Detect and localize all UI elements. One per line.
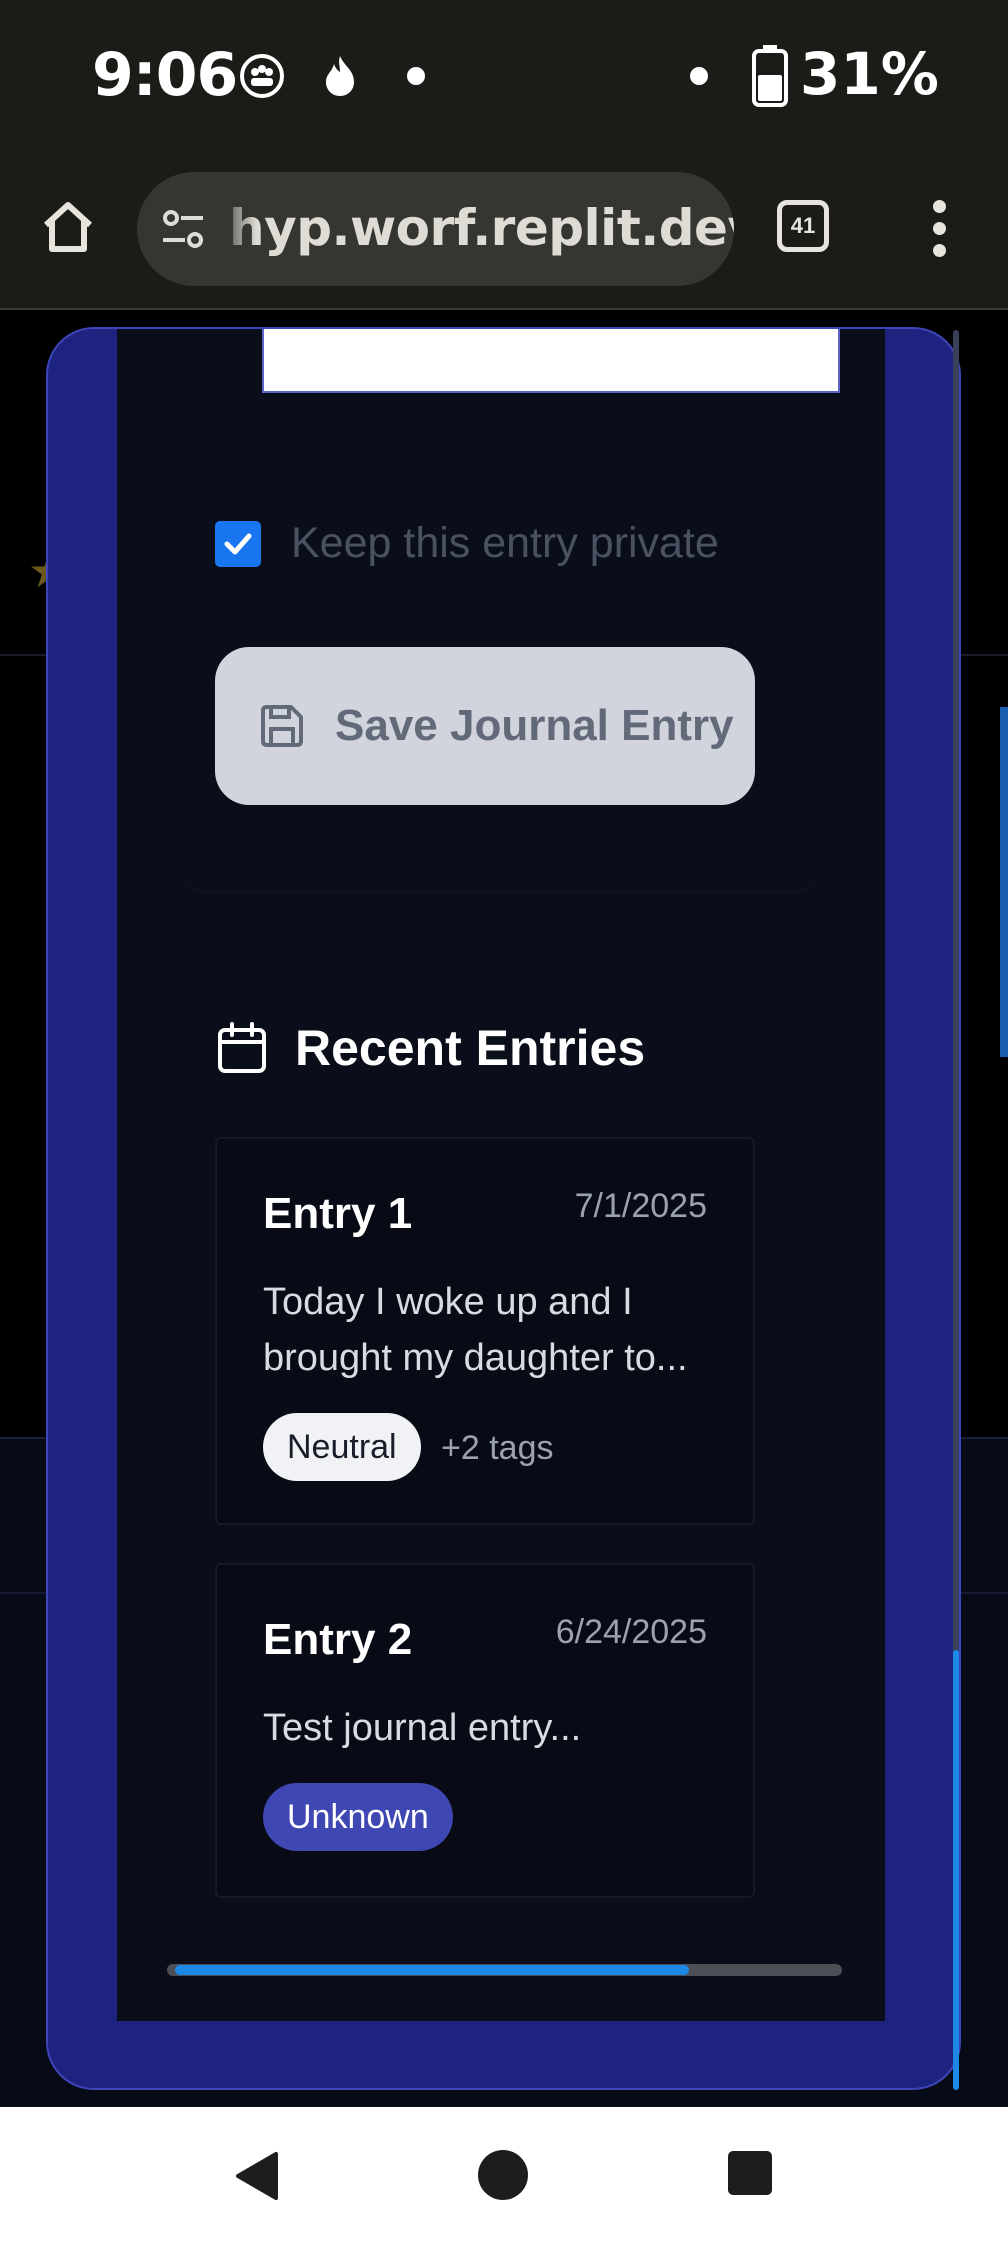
url-text: hyp.worf.replit.dev: [229, 199, 734, 257]
flame-icon: [326, 56, 354, 96]
notification-app-icon: [240, 54, 284, 98]
status-bar: 9:06 31%: [0, 0, 1008, 155]
tab-switcher-button[interactable]: 41: [777, 200, 829, 252]
entry-card[interactable]: Entry 2 6/24/2025 Test journal entry... …: [215, 1563, 755, 1898]
background-accent: [1000, 707, 1008, 1057]
private-toggle-row[interactable]: Keep this entry private: [215, 519, 719, 568]
text-input[interactable]: [262, 329, 840, 393]
mood-badge: Neutral: [263, 1413, 421, 1481]
mood-badge: Unknown: [263, 1783, 453, 1851]
site-settings-icon[interactable]: [159, 204, 209, 254]
horizontal-scroll-thumb[interactable]: [175, 1965, 689, 1975]
more-menu-icon[interactable]: [925, 200, 955, 260]
battery-icon: [752, 45, 788, 107]
entry-date: 6/24/2025: [555, 1613, 707, 1651]
save-icon: [261, 705, 303, 747]
journal-modal: Keep this entry private Save Journal Ent…: [46, 327, 961, 2090]
entry-snippet: Today I woke up and I brought my daughte…: [263, 1281, 688, 1379]
recent-entries-title: Recent Entries: [295, 1020, 646, 1076]
recent-entries-header: Recent Entries: [215, 1019, 645, 1077]
entry-snippet: Test journal entry...: [263, 1707, 582, 1749]
back-icon[interactable]: [232, 2150, 284, 2202]
browser-toolbar: hyp.worf.replit.dev 41: [0, 155, 1008, 310]
system-nav-bar: [0, 2107, 1008, 2244]
save-button-label: Save Journal Entry: [335, 701, 734, 750]
vertical-scroll-thumb[interactable]: [953, 1650, 959, 2090]
calendar-icon: [218, 1022, 266, 1073]
entry-date: 7/1/2025: [574, 1187, 707, 1225]
modal-content: Keep this entry private Save Journal Ent…: [117, 329, 885, 2021]
url-fade: [217, 172, 257, 286]
entry-card[interactable]: Entry 1 7/1/2025 Today I woke up and I b…: [215, 1137, 755, 1525]
recents-nav-button[interactable]: [728, 2151, 772, 2195]
save-journal-button[interactable]: Save Journal Entry: [215, 647, 755, 805]
notification-dot: [407, 67, 425, 85]
status-dot: [690, 67, 708, 85]
home-nav-button[interactable]: [478, 2150, 528, 2200]
address-bar[interactable]: hyp.worf.replit.dev: [137, 172, 734, 286]
status-time: 9:06: [92, 40, 238, 110]
private-checkbox[interactable]: [215, 520, 261, 567]
form-card-edge: [177, 829, 827, 893]
private-label: Keep this entry private: [291, 519, 719, 567]
entry-title: Entry 2: [263, 1615, 413, 1664]
check-icon: [224, 533, 252, 554]
home-icon[interactable]: [38, 197, 98, 257]
more-tags-label: +2 tags: [441, 1429, 554, 1467]
entry-title: Entry 1: [263, 1189, 413, 1238]
battery-percent: 31%: [800, 40, 939, 108]
